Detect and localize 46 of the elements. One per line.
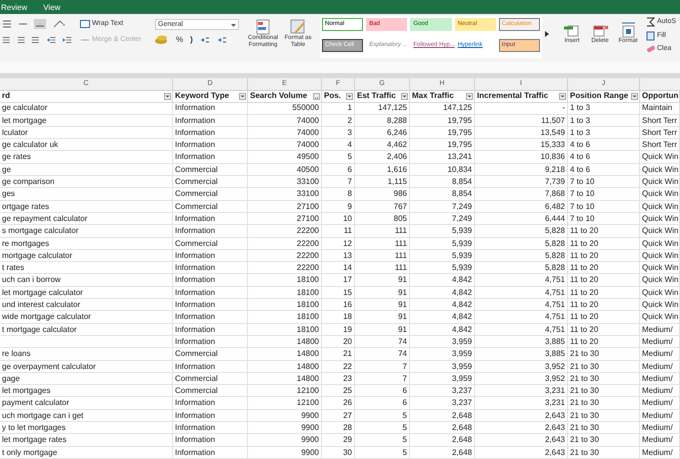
format-cells-icon[interactable] — [619, 22, 637, 38]
column-heading: Opportun — [642, 90, 678, 102]
fill-icon[interactable] — [646, 30, 655, 41]
align-bottom-icon[interactable] — [34, 19, 46, 29]
table-cell: 5 — [355, 446, 410, 459]
table-cell: t only mortgage — [0, 446, 173, 459]
filter-dropdown-icon[interactable] — [559, 93, 566, 100]
filter-dropdown-icon[interactable] — [239, 93, 246, 100]
format-table-icon[interactable] — [289, 19, 307, 35]
table-cell: 2,643 — [475, 446, 568, 459]
column-heading: Position Range — [570, 90, 628, 102]
filter-dropdown-icon[interactable] — [466, 93, 473, 100]
column-heading: Search Volume — [250, 90, 308, 102]
table-cell: Medium/ — [640, 446, 680, 459]
increase-decimal-icon[interactable] — [200, 35, 210, 45]
filter-dropdown-icon[interactable] — [346, 93, 353, 100]
wrap-text-icon[interactable] — [80, 20, 90, 28]
table-cell: 9900 — [248, 446, 322, 459]
table-cell: 2,648 — [410, 446, 475, 459]
menu-tab[interactable]: View — [42, 1, 62, 14]
filter-dropdown-icon[interactable] — [164, 93, 171, 100]
align-right-icon[interactable] — [31, 35, 40, 45]
filter-dropdown-icon[interactable] — [401, 93, 408, 100]
column-heading: Max Traffic — [412, 90, 454, 102]
table-cell: Information — [173, 446, 248, 459]
align-top-icon[interactable] — [2, 19, 12, 29]
column-heading: rd — [2, 90, 10, 102]
menu-tab[interactable]: Review — [0, 1, 28, 14]
table-cell: 30 — [322, 446, 355, 459]
align-center-icon[interactable] — [16, 35, 26, 45]
decrease-indent-icon[interactable] — [46, 35, 56, 45]
sort-filter-icon[interactable] — [313, 93, 320, 100]
decrease-decimal-icon[interactable] — [216, 35, 227, 45]
orientation-icon[interactable] — [52, 19, 66, 29]
column-heading: Keyword Type — [175, 90, 230, 102]
comma-button[interactable]: ) — [190, 34, 193, 46]
column-heading: Incremental Traffic — [477, 90, 548, 102]
align-left-icon[interactable] — [2, 35, 11, 45]
column-heading: Est Traffic — [357, 90, 396, 102]
increase-indent-icon[interactable] — [62, 35, 72, 45]
percent-button[interactable]: % — [176, 34, 184, 46]
column-heading: Pos. — [324, 90, 341, 102]
table-cell: 21 to 30 — [568, 446, 640, 459]
filter-dropdown-icon[interactable] — [631, 93, 638, 100]
conditional-formatting-icon[interactable] — [254, 19, 272, 35]
sum-icon[interactable] — [646, 17, 655, 28]
